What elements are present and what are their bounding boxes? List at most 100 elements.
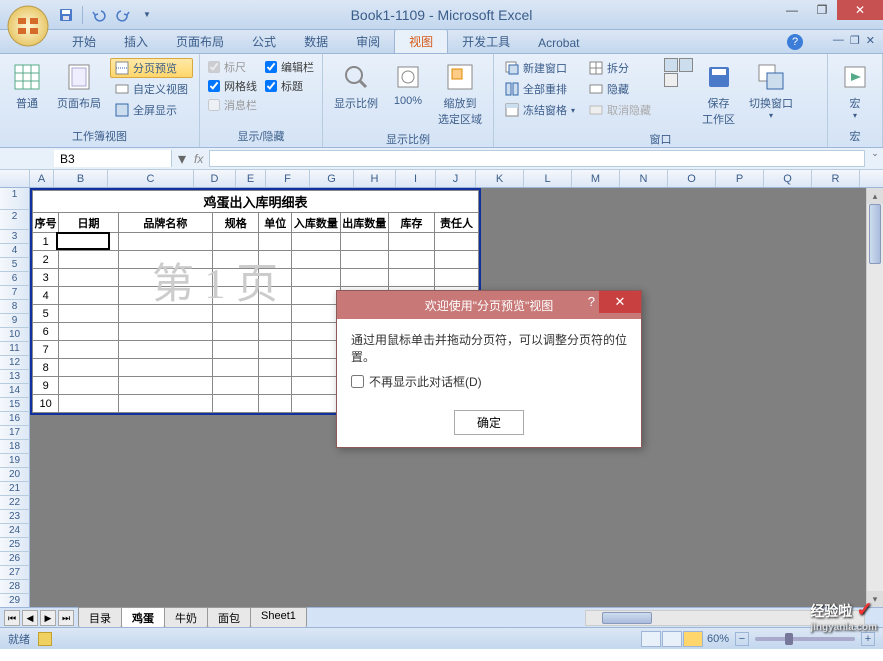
cell[interactable]: [213, 251, 259, 269]
cell[interactable]: [259, 395, 292, 413]
tab-insert[interactable]: 插入: [110, 30, 162, 53]
split-button[interactable]: 拆分: [584, 58, 656, 78]
hide-button[interactable]: 隐藏: [584, 79, 656, 99]
row-header[interactable]: 29: [0, 594, 30, 608]
col-header-M[interactable]: M: [572, 170, 620, 187]
cell[interactable]: [213, 305, 259, 323]
formula-input[interactable]: [209, 150, 865, 167]
minimize-button[interactable]: —: [777, 0, 807, 20]
selected-cell[interactable]: [56, 232, 110, 250]
zoom-in-button[interactable]: +: [861, 632, 875, 646]
fx-label[interactable]: fx: [190, 148, 207, 169]
cell[interactable]: [292, 287, 340, 305]
tab-nav-last[interactable]: ⏭: [58, 610, 74, 626]
page-break-preview-button[interactable]: 分页预览: [110, 58, 193, 78]
row-header[interactable]: 28: [0, 580, 30, 594]
tab-review[interactable]: 审阅: [342, 30, 394, 53]
row-header[interactable]: 19: [0, 454, 30, 468]
row-header[interactable]: 16: [0, 412, 30, 426]
zoom-out-button[interactable]: −: [735, 632, 749, 646]
redo-icon[interactable]: [113, 5, 133, 25]
normal-view-icon[interactable]: [641, 631, 661, 647]
page-break-view-icon[interactable]: [683, 631, 703, 647]
cell[interactable]: [259, 305, 292, 323]
name-box[interactable]: B3: [54, 150, 172, 167]
cell[interactable]: [292, 305, 340, 323]
row-header[interactable]: 4: [0, 244, 30, 258]
select-all-corner[interactable]: [0, 170, 30, 187]
cell[interactable]: [435, 269, 479, 287]
mdi-minimize[interactable]: —: [833, 34, 844, 47]
row-header[interactable]: 10: [0, 328, 30, 342]
gridlines-checkbox[interactable]: 网格线: [206, 77, 259, 95]
cell[interactable]: [259, 251, 292, 269]
col-header-O[interactable]: O: [668, 170, 716, 187]
col-header-K[interactable]: K: [476, 170, 524, 187]
switch-windows-button[interactable]: 切换窗口▾: [744, 58, 798, 123]
col-header-N[interactable]: N: [620, 170, 668, 187]
maximize-button[interactable]: ❐: [807, 0, 837, 20]
close-button[interactable]: ✕: [837, 0, 883, 20]
tab-page-layout[interactable]: 页面布局: [162, 30, 238, 53]
tab-formulas[interactable]: 公式: [238, 30, 290, 53]
cell[interactable]: [388, 269, 434, 287]
row-header[interactable]: 3: [0, 230, 30, 244]
col-header-C[interactable]: C: [108, 170, 194, 187]
save-icon[interactable]: [56, 5, 76, 25]
cell[interactable]: [118, 287, 212, 305]
cell[interactable]: [259, 359, 292, 377]
sheet-tab-鸡蛋[interactable]: 鸡蛋: [121, 607, 165, 628]
sheet-tab-面包[interactable]: 面包: [207, 607, 251, 628]
cell[interactable]: [292, 341, 340, 359]
unhide-button[interactable]: 取消隐藏: [584, 100, 656, 120]
cell[interactable]: [435, 251, 479, 269]
sheet-tab-目录[interactable]: 目录: [78, 607, 122, 628]
row-header[interactable]: 6: [0, 272, 30, 286]
tab-view[interactable]: 视图: [394, 29, 448, 53]
tab-acrobat[interactable]: Acrobat: [524, 33, 593, 53]
zoom-100-button[interactable]: 100%: [387, 58, 429, 110]
cell[interactable]: [213, 269, 259, 287]
cell[interactable]: [59, 269, 118, 287]
zoom-percent[interactable]: 60%: [707, 633, 729, 645]
cell[interactable]: [435, 233, 479, 251]
cell[interactable]: [118, 341, 212, 359]
page-layout-button[interactable]: 页面布局: [52, 58, 106, 114]
cell[interactable]: [59, 251, 118, 269]
cell[interactable]: [118, 377, 212, 395]
vertical-scrollbar[interactable]: ▴ ▾: [866, 188, 883, 607]
col-header-A[interactable]: A: [30, 170, 54, 187]
cell[interactable]: [340, 251, 388, 269]
row-header[interactable]: 21: [0, 482, 30, 496]
cell[interactable]: [59, 341, 118, 359]
scroll-up-icon[interactable]: ▴: [867, 188, 883, 204]
col-header-E[interactable]: E: [236, 170, 266, 187]
mdi-close[interactable]: ✕: [866, 34, 875, 47]
cell[interactable]: [118, 233, 212, 251]
col-header-R[interactable]: R: [812, 170, 860, 187]
cell[interactable]: [292, 323, 340, 341]
page-layout-view-icon[interactable]: [662, 631, 682, 647]
cell[interactable]: [259, 233, 292, 251]
col-header-B[interactable]: B: [54, 170, 108, 187]
row-header[interactable]: 17: [0, 426, 30, 440]
row-header[interactable]: 7: [0, 286, 30, 300]
cell[interactable]: [292, 251, 340, 269]
sheet-tab-牛奶[interactable]: 牛奶: [164, 607, 208, 628]
row-header[interactable]: 18: [0, 440, 30, 454]
custom-views-button[interactable]: 自定义视图: [110, 79, 193, 99]
qat-dropdown-icon[interactable]: ▼: [137, 5, 157, 25]
row-header[interactable]: 24: [0, 524, 30, 538]
cell[interactable]: [292, 395, 340, 413]
col-header-H[interactable]: H: [354, 170, 396, 187]
zoom-thumb[interactable]: [785, 633, 793, 645]
row-header[interactable]: 9: [0, 314, 30, 328]
cell[interactable]: [388, 233, 434, 251]
arrange-all-button[interactable]: 全部重排: [500, 79, 580, 99]
row-header[interactable]: 11: [0, 342, 30, 356]
col-header-Q[interactable]: Q: [764, 170, 812, 187]
cell[interactable]: [118, 305, 212, 323]
dialog-close-button[interactable]: ✕: [599, 291, 641, 313]
row-header[interactable]: 27: [0, 566, 30, 580]
cell[interactable]: [388, 251, 434, 269]
